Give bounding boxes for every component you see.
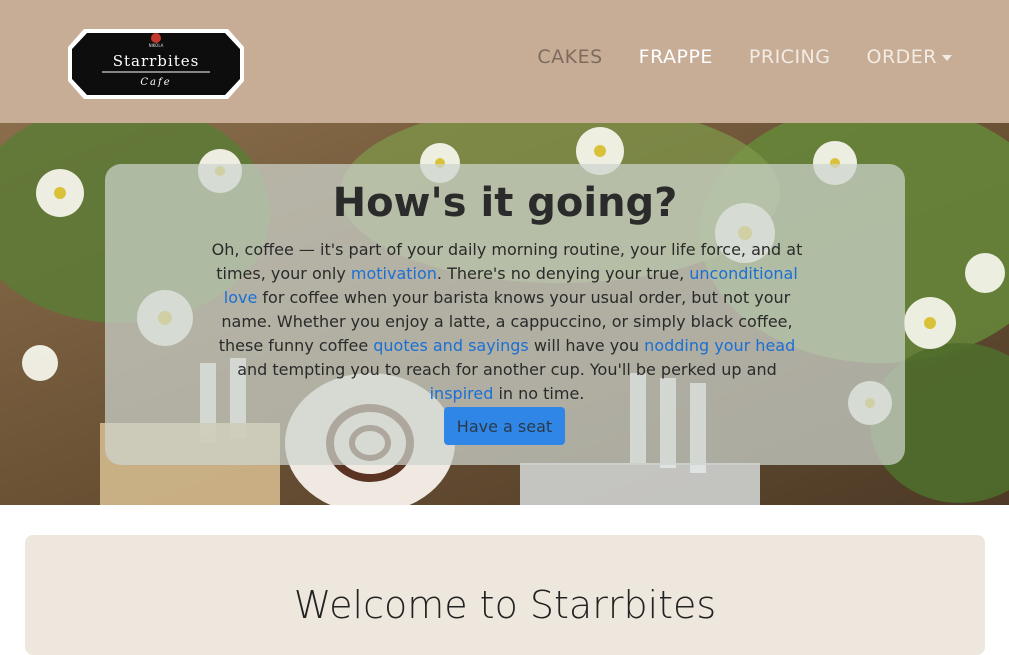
nav-cakes[interactable]: CAKES [537,46,602,68]
brand-logo[interactable]: NIKOLA Starrbites Cafe [66,25,246,103]
logo-badge: NIKOLA Starrbites Cafe [68,29,244,99]
link-quotes-and-sayings[interactable]: quotes and sayings [373,336,529,355]
nav-pricing[interactable]: PRICING [749,46,831,68]
logo-name: Starrbites [113,52,200,70]
welcome-section: Welcome to Starrbites [25,535,985,655]
have-a-seat-button[interactable]: Have a seat [444,407,565,445]
nav-order[interactable]: ORDER [866,46,952,68]
main-nav: CAKES FRAPPE PRICING ORDER [537,46,952,68]
hero-text-5: and tempting you to reach for another cu… [237,360,777,379]
nav-order-label: ORDER [866,46,937,68]
welcome-title: Welcome to Starrbites [293,583,717,627]
link-inspired[interactable]: inspired [430,384,494,403]
link-nodding-your-head[interactable]: nodding your head [644,336,795,355]
logo-top-text: NIKOLA [149,43,164,48]
link-motivation[interactable]: motivation [351,264,437,283]
chevron-down-icon [942,54,952,61]
hero-text-2: . There's no denying your true, [436,264,690,283]
logo-sub: Cafe [140,77,171,88]
nav-frappe[interactable]: FRAPPE [639,46,713,68]
mascot-icon [151,33,161,43]
hero-text-4: will have you [528,336,645,355]
hero-card: How's it going? Oh, coffee — it's part o… [105,164,905,465]
hero-section: How's it going? Oh, coffee — it's part o… [0,123,1009,505]
hero-title: How's it going? [332,180,678,226]
hero-text-6: in no time. [493,384,585,403]
hero-text: Oh, coffee — it's part of your daily mor… [207,238,807,406]
navbar: NIKOLA Starrbites Cafe CAKES FRAPPE PRIC… [0,0,1009,123]
